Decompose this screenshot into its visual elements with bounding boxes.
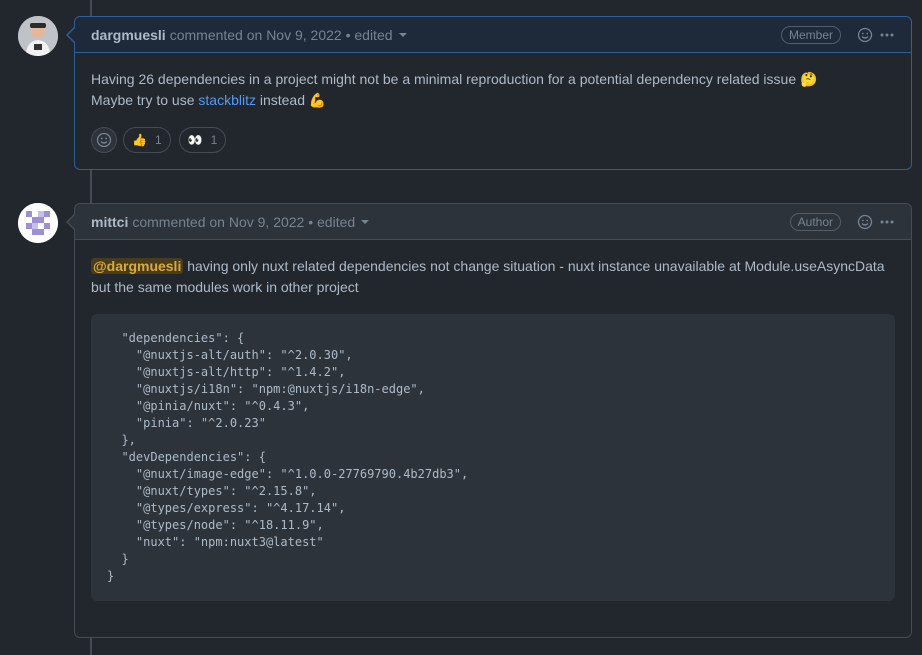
timeline-line-top xyxy=(90,0,92,16)
thumbs-up-icon: 👍 xyxy=(132,133,147,147)
comment-meta[interactable]: commented on Nov 9, 2022 • edited xyxy=(132,214,355,230)
timeline-line-middle xyxy=(90,170,92,203)
flexed-biceps-emoji: 💪 xyxy=(308,92,327,108)
avatar[interactable] xyxy=(18,16,58,56)
eyes-icon: 👀 xyxy=(187,133,203,147)
comment-paragraph: Maybe try to use stackblitz instead 💪 xyxy=(91,92,327,108)
comment-meta[interactable]: commented on Nov 9, 2022 • edited xyxy=(170,27,393,43)
add-reaction-button[interactable] xyxy=(91,127,117,153)
smiley-icon[interactable] xyxy=(857,214,873,230)
comment-paragraph: Having 26 dependencies in a project migh… xyxy=(91,71,818,87)
user-mention[interactable]: @dargmuesli xyxy=(91,258,184,274)
smiley-icon[interactable] xyxy=(857,27,873,43)
comment-body: Having 26 dependencies in a project migh… xyxy=(75,53,911,127)
role-badge: Author xyxy=(789,212,841,231)
comment-paragraph: @dargmuesli having only nuxt related dep… xyxy=(91,258,885,295)
chevron-down-icon[interactable] xyxy=(398,32,407,37)
comment-header: mittci commented on Nov 9, 2022 • edited… xyxy=(75,204,911,240)
reactions-bar: 👍 1 👀 1 xyxy=(75,127,911,169)
comment-author[interactable]: mittci xyxy=(91,214,128,230)
comment-card: dargmuesli commented on Nov 9, 2022 • ed… xyxy=(66,16,912,170)
comment-body: @dargmuesli having only nuxt related dep… xyxy=(75,240,911,617)
code-block: "dependencies": { "@nuxtjs-alt/auth": "^… xyxy=(91,314,895,601)
role-badge: Member xyxy=(780,25,841,44)
stackblitz-link[interactable]: stackblitz xyxy=(198,92,256,108)
comment-header: dargmuesli commented on Nov 9, 2022 • ed… xyxy=(75,17,911,53)
reaction-thumbs-up[interactable]: 👍 1 xyxy=(123,127,171,153)
timeline-line-bottom xyxy=(90,638,92,655)
thinking-emoji: 🤔 xyxy=(800,71,818,87)
kebab-horizontal-icon[interactable] xyxy=(879,214,895,230)
comment-author[interactable]: dargmuesli xyxy=(91,27,166,43)
reaction-eyes[interactable]: 👀 1 xyxy=(178,127,227,153)
chevron-down-icon[interactable] xyxy=(361,219,370,224)
avatar[interactable] xyxy=(18,203,58,243)
comment-card: mittci commented on Nov 9, 2022 • edited… xyxy=(66,203,912,638)
kebab-horizontal-icon[interactable] xyxy=(879,27,895,43)
reaction-count: 1 xyxy=(210,133,218,147)
reaction-count: 1 xyxy=(154,133,162,147)
